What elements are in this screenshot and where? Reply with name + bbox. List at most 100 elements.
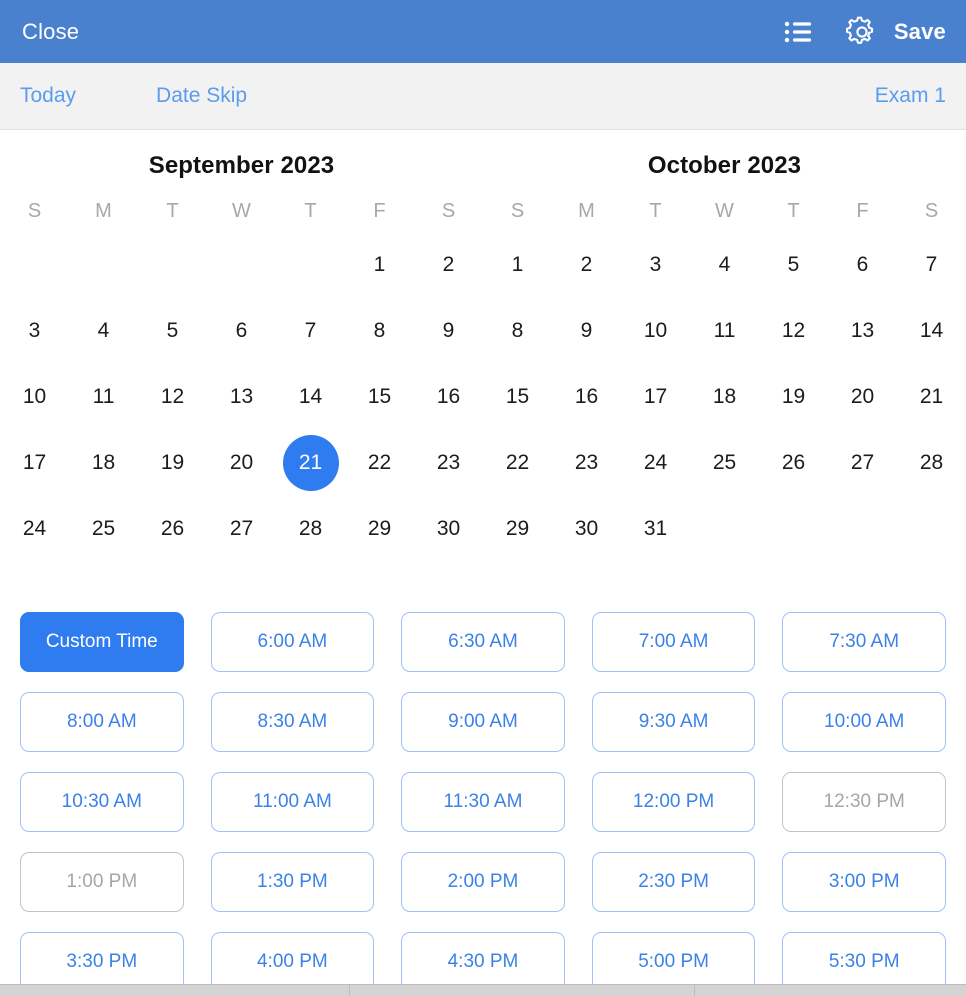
time-slot-button[interactable]: 4:30 PM bbox=[401, 932, 565, 992]
calendar-day[interactable]: 14 bbox=[276, 364, 345, 430]
calendar-day[interactable]: 9 bbox=[552, 298, 621, 364]
calendar-day[interactable]: 1 bbox=[483, 232, 552, 298]
gear-icon[interactable] bbox=[844, 14, 880, 50]
calendar-day[interactable]: 15 bbox=[483, 364, 552, 430]
time-slot-button[interactable]: 8:30 AM bbox=[210, 692, 375, 752]
time-slot-button[interactable]: 7:00 AM bbox=[591, 612, 756, 672]
calendar-day[interactable]: 22 bbox=[483, 430, 552, 496]
calendar-day[interactable]: 14 bbox=[897, 298, 966, 364]
time-slot-button[interactable]: 11:00 AM bbox=[210, 772, 375, 832]
calendar-day[interactable]: 22 bbox=[345, 430, 414, 496]
calendar-day[interactable]: 24 bbox=[621, 430, 690, 496]
time-slot-button[interactable]: 4:00 PM bbox=[210, 932, 375, 992]
calendar-day[interactable]: 5 bbox=[138, 298, 207, 364]
custom-time-button[interactable]: Custom Time bbox=[20, 612, 184, 672]
time-slot-button[interactable]: 6:00 AM bbox=[210, 612, 375, 672]
calendar-day-label: 22 bbox=[367, 451, 392, 474]
calendar-day[interactable]: 7 bbox=[897, 232, 966, 298]
time-slot-button[interactable]: 5:30 PM bbox=[782, 932, 946, 992]
calendar-container: September 2023 SMTWTFS 1 2 3 4 5 6 7 8 9 10 11 12 13… bbox=[0, 130, 966, 562]
calendar-day[interactable]: 29 bbox=[483, 496, 552, 562]
time-slot-button[interactable]: 10:00 AM bbox=[782, 692, 946, 752]
calendar-day[interactable]: 25 bbox=[69, 496, 138, 562]
calendar-day-label: 24 bbox=[22, 517, 47, 540]
time-slot-button[interactable]: 3:30 PM bbox=[20, 932, 184, 992]
calendar-day[interactable]: 18 bbox=[69, 430, 138, 496]
calendar-day[interactable]: 3 bbox=[0, 298, 69, 364]
calendar-day[interactable]: 27 bbox=[207, 496, 276, 562]
calendar-day-selected[interactable]: 21 bbox=[276, 430, 345, 496]
calendar-day[interactable]: 30 bbox=[414, 496, 483, 562]
calendar-day[interactable]: 20 bbox=[207, 430, 276, 496]
calendar-day[interactable]: 30 bbox=[552, 496, 621, 562]
calendar-day[interactable]: 3 bbox=[621, 232, 690, 298]
time-slot-button[interactable]: 10:30 AM bbox=[20, 772, 184, 832]
calendar-day[interactable]: 10 bbox=[621, 298, 690, 364]
calendar-day[interactable]: 20 bbox=[828, 364, 897, 430]
calendar-day[interactable]: 23 bbox=[414, 430, 483, 496]
time-slot-button[interactable]: 1:30 PM bbox=[210, 852, 375, 912]
calendar-day[interactable]: 15 bbox=[345, 364, 414, 430]
time-slot-button[interactable]: 3:00 PM bbox=[782, 852, 946, 912]
time-slot-button[interactable]: 8:00 AM bbox=[20, 692, 184, 752]
calendar-day[interactable]: 11 bbox=[690, 298, 759, 364]
calendar-day[interactable]: 26 bbox=[138, 496, 207, 562]
calendar-day[interactable]: 16 bbox=[552, 364, 621, 430]
calendar-day-label: 1 bbox=[373, 253, 386, 276]
calendar-day-label: 27 bbox=[229, 517, 254, 540]
list-icon[interactable] bbox=[780, 14, 816, 50]
calendar-day[interactable]: 4 bbox=[69, 298, 138, 364]
calendar-day[interactable]: 16 bbox=[414, 364, 483, 430]
calendar-day[interactable]: 10 bbox=[0, 364, 69, 430]
time-slot-button[interactable]: 7:30 AM bbox=[782, 612, 946, 672]
save-button[interactable]: Save bbox=[894, 20, 946, 43]
time-slot-button[interactable]: 5:00 PM bbox=[591, 932, 756, 992]
calendar-day[interactable]: 6 bbox=[207, 298, 276, 364]
calendar-day[interactable]: 21 bbox=[897, 364, 966, 430]
calendar-day[interactable]: 28 bbox=[897, 430, 966, 496]
calendar-day[interactable]: 19 bbox=[759, 364, 828, 430]
calendar-day[interactable]: 11 bbox=[69, 364, 138, 430]
calendar-day[interactable]: 12 bbox=[138, 364, 207, 430]
exam-selector-button[interactable]: Exam 1 bbox=[875, 84, 946, 108]
calendar-day[interactable]: 2 bbox=[414, 232, 483, 298]
time-slot-button[interactable]: 2:00 PM bbox=[401, 852, 565, 912]
calendar-day[interactable]: 29 bbox=[345, 496, 414, 562]
time-slot-button[interactable]: 9:30 AM bbox=[591, 692, 756, 752]
time-slot-button[interactable]: 2:30 PM bbox=[591, 852, 756, 912]
calendar-day[interactable]: 13 bbox=[828, 298, 897, 364]
calendar-day-label: 9 bbox=[442, 319, 455, 342]
calendar-day[interactable]: 18 bbox=[690, 364, 759, 430]
calendar-day-label: 16 bbox=[436, 385, 461, 408]
time-slot-button[interactable]: 11:30 AM bbox=[401, 772, 565, 832]
calendar-day[interactable]: 25 bbox=[690, 430, 759, 496]
calendar-day[interactable]: 6 bbox=[828, 232, 897, 298]
calendar-day[interactable]: 7 bbox=[276, 298, 345, 364]
close-button[interactable]: Close bbox=[22, 20, 79, 43]
calendar-day[interactable]: 12 bbox=[759, 298, 828, 364]
calendar-day[interactable]: 4 bbox=[690, 232, 759, 298]
calendar-day[interactable]: 2 bbox=[552, 232, 621, 298]
today-button[interactable]: Today bbox=[20, 84, 76, 108]
time-slot-button[interactable]: 9:00 AM bbox=[401, 692, 565, 752]
calendar-day[interactable]: 28 bbox=[276, 496, 345, 562]
calendar-day[interactable]: 26 bbox=[759, 430, 828, 496]
calendar-day[interactable]: 1 bbox=[345, 232, 414, 298]
calendar-day[interactable]: 27 bbox=[828, 430, 897, 496]
calendar-day[interactable]: 19 bbox=[138, 430, 207, 496]
bottom-strip-cell bbox=[695, 985, 966, 996]
calendar-day[interactable]: 24 bbox=[0, 496, 69, 562]
calendar-day[interactable]: 17 bbox=[0, 430, 69, 496]
calendar-day[interactable]: 9 bbox=[414, 298, 483, 364]
weekday-label: F bbox=[856, 199, 869, 222]
calendar-day[interactable]: 13 bbox=[207, 364, 276, 430]
calendar-day[interactable]: 8 bbox=[483, 298, 552, 364]
calendar-day[interactable]: 5 bbox=[759, 232, 828, 298]
calendar-day[interactable]: 31 bbox=[621, 496, 690, 562]
calendar-day[interactable]: 23 bbox=[552, 430, 621, 496]
calendar-day[interactable]: 8 bbox=[345, 298, 414, 364]
time-slot-button[interactable]: 6:30 AM bbox=[401, 612, 565, 672]
calendar-day[interactable]: 17 bbox=[621, 364, 690, 430]
time-slot-button[interactable]: 12:00 PM bbox=[591, 772, 756, 832]
date-skip-button[interactable]: Date Skip bbox=[156, 84, 247, 108]
